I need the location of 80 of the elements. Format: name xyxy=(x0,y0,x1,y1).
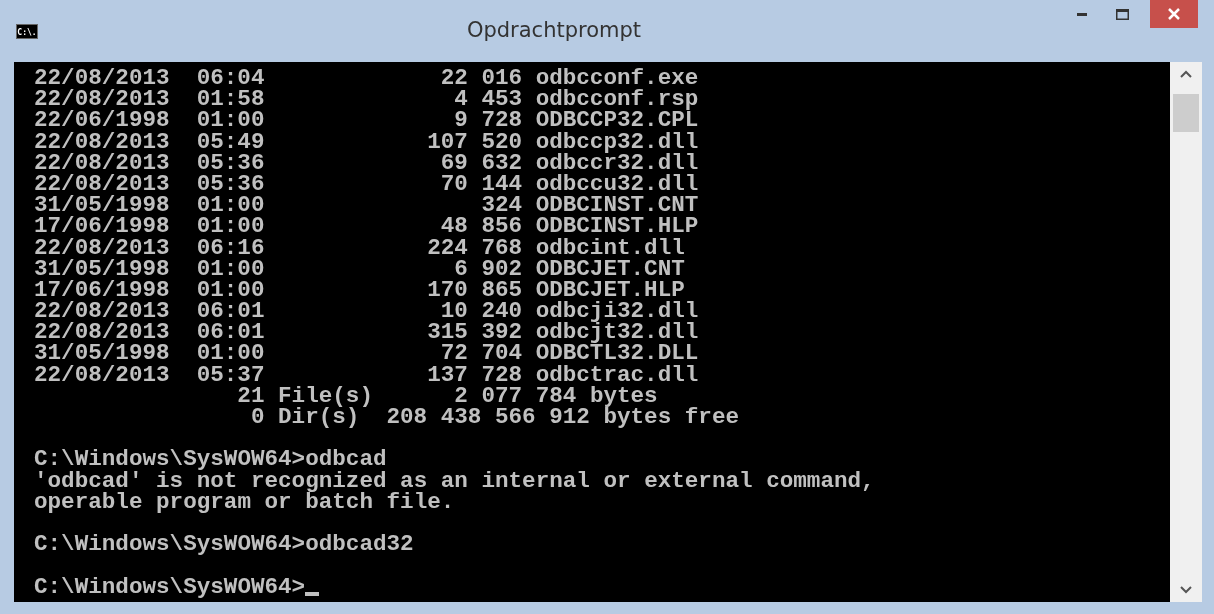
file-date: 22/08/2013 xyxy=(34,322,170,344)
file-time: 05:36 xyxy=(196,173,265,196)
minimize-icon xyxy=(1077,12,1087,16)
file-date: 22/08/2013 xyxy=(34,89,170,111)
window-title: Opdrachtprompt xyxy=(465,17,643,45)
scroll-up-icon[interactable] xyxy=(1180,70,1192,78)
file-name: ODBCTL32.DLL xyxy=(535,343,699,365)
scrollbar[interactable] xyxy=(1170,62,1202,602)
file-size: 137 728 xyxy=(426,364,523,386)
summary-text: Dir(s) 208 438 566 912 bytes free xyxy=(278,407,740,429)
file-size: 324 xyxy=(480,195,523,217)
file-time: 01:00 xyxy=(196,216,265,238)
file-size: 4 453 xyxy=(453,89,523,111)
command-prompt: C:\Windows\SysWOW64> xyxy=(34,576,306,598)
file-name: ODBCJET.CNT xyxy=(535,258,685,280)
file-date: 22/08/2013 xyxy=(34,364,170,386)
file-name: odbccu32.dll xyxy=(535,173,699,196)
file-date: 17/06/1998 xyxy=(34,216,170,238)
file-name: odbcconf.exe xyxy=(535,68,699,90)
file-date: 31/05/1998 xyxy=(34,258,170,280)
close-icon xyxy=(1168,8,1180,20)
file-time: 06:16 xyxy=(196,237,265,259)
file-time: 06:01 xyxy=(196,322,265,344)
file-name: odbcint.dll xyxy=(535,237,685,259)
scroll-thumb[interactable] xyxy=(1173,94,1199,132)
file-time: 01:00 xyxy=(196,195,265,217)
file-date: 17/06/1998 xyxy=(34,279,170,302)
file-time: 01:58 xyxy=(196,89,265,111)
file-size: 72 704 xyxy=(440,343,523,365)
file-name: odbcji32.dll xyxy=(535,301,699,323)
file-time: 01:00 xyxy=(196,279,265,302)
file-time: 05:36 xyxy=(196,152,265,174)
file-date: 22/08/2013 xyxy=(34,237,170,259)
close-button[interactable] xyxy=(1150,0,1198,28)
file-time: 01:00 xyxy=(196,258,265,280)
file-date: 22/08/2013 xyxy=(34,173,170,196)
console-line: 'odbcad' is not recognized as an internal or external command, xyxy=(34,470,875,492)
file-time: 01:00 xyxy=(196,110,265,132)
console-line: operable program or batch file. xyxy=(34,491,455,513)
file-name: odbccp32.dll xyxy=(535,131,699,153)
file-time: 05:49 xyxy=(196,131,265,153)
console-line: C:\Windows\SysWOW64>odbcad xyxy=(34,449,387,471)
summary-count: 21 xyxy=(236,385,265,407)
file-date: 22/08/2013 xyxy=(34,68,170,90)
file-size: 10 240 xyxy=(440,301,523,323)
file-size: 70 144 xyxy=(439,173,523,196)
file-date: 22/08/2013 xyxy=(34,131,170,153)
file-name: ODBCCP32.CPL xyxy=(535,110,699,132)
summary-text: File(s) 2 077 784 bytes xyxy=(278,385,658,407)
maximize-icon xyxy=(1115,8,1129,20)
file-size: 6 902 xyxy=(454,258,523,280)
text-cursor xyxy=(305,591,319,596)
summary-count: 0 xyxy=(249,407,265,429)
file-name: odbcconf.rsp xyxy=(535,89,699,111)
scroll-down-icon[interactable] xyxy=(1180,586,1192,594)
file-size: 107 520 xyxy=(426,131,523,153)
file-time: 06:04 xyxy=(196,68,265,90)
file-name: odbccr32.dll xyxy=(535,152,699,174)
file-name: ODBCINST.CNT xyxy=(535,195,699,217)
file-date: 31/05/1998 xyxy=(34,343,170,365)
file-time: 05:37 xyxy=(196,364,265,386)
file-size: 170 865 xyxy=(426,279,523,302)
file-time: 06:01 xyxy=(196,301,265,323)
file-size: 22 016 xyxy=(439,68,523,90)
file-date: 22/08/2013 xyxy=(34,301,170,323)
file-size: 224 768 xyxy=(426,237,523,259)
file-date: 22/06/1998 xyxy=(34,110,170,132)
file-size: 69 632 xyxy=(439,152,523,174)
file-name: odbcjt32.dll xyxy=(535,322,699,344)
file-size: 48 856 xyxy=(440,216,523,238)
file-size: 9 728 xyxy=(454,110,523,132)
file-date: 31/05/1998 xyxy=(34,195,170,217)
file-name: ODBCJET.HLP xyxy=(535,279,685,302)
file-name: ODBCINST.HLP xyxy=(535,216,699,238)
file-date: 22/08/2013 xyxy=(34,152,170,174)
file-time: 01:00 xyxy=(196,343,265,365)
console-line: C:\Windows\SysWOW64>odbcad32 xyxy=(34,534,414,556)
file-size: 315 392 xyxy=(426,322,523,344)
file-name: odbctrac.dll xyxy=(535,364,699,386)
console-icon: C:\. xyxy=(16,23,38,39)
